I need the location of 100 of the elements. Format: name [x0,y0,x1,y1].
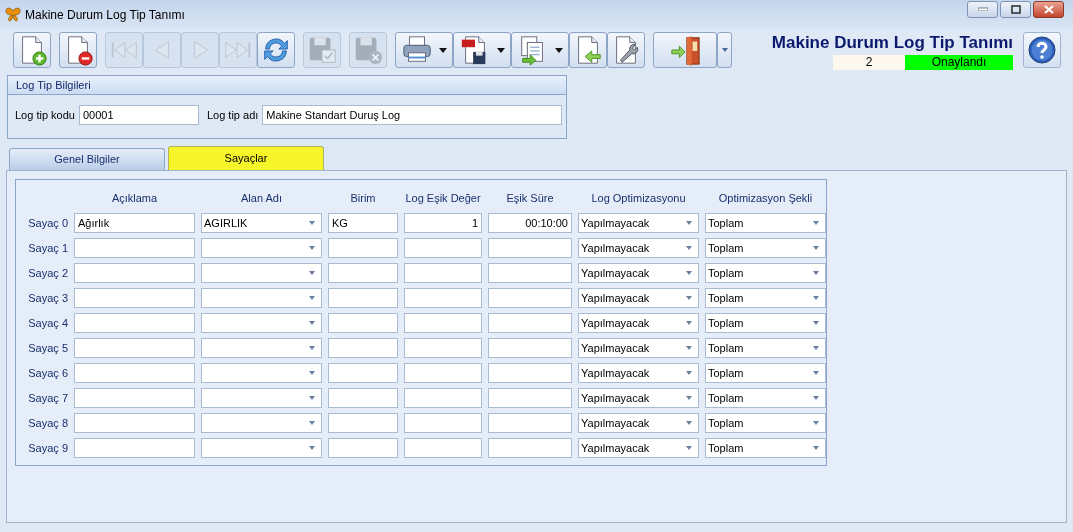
dropdown-field[interactable]: Yapılmayacak [578,388,699,408]
field-label: Log tip adı [206,107,259,123]
input-field[interactable] [404,388,482,408]
input-field[interactable] [488,263,572,283]
dropdown-field[interactable] [201,438,322,458]
minimize-icon [977,7,988,11]
dropdown-field[interactable]: Toplam [705,438,826,458]
printer-button[interactable] [395,32,453,68]
tab[interactable]: Sayaçlar [168,146,324,170]
dropdown-button[interactable] [717,32,732,68]
dropdown-field[interactable]: Toplam [705,263,826,283]
dropdown-field[interactable]: AGIRLIK [201,213,322,233]
exit-door-button[interactable] [653,32,717,68]
dropdown-field[interactable] [201,388,322,408]
input-field[interactable] [488,238,572,258]
maximize-button[interactable] [1000,0,1031,18]
input-field[interactable] [328,438,398,458]
dropdown-field[interactable]: Toplam [705,288,826,308]
caret-icon [686,271,692,275]
input-field[interactable] [404,338,482,358]
input-field[interactable] [328,238,398,258]
dropdown-field[interactable]: Yapılmayacak [578,263,699,283]
close-button[interactable] [1033,0,1064,18]
dropdown-field[interactable]: Yapılmayacak [578,313,699,333]
input-field[interactable] [74,313,195,333]
input-field[interactable] [488,288,572,308]
dropdown-field[interactable] [201,238,322,258]
dropdown-field[interactable] [201,363,322,383]
input-field[interactable]: Makine Standart Duruş Log [262,105,563,125]
input-field[interactable] [74,363,195,383]
minimize-button[interactable] [967,0,998,18]
dropdown-field[interactable] [201,313,322,333]
input-field[interactable] [74,338,195,358]
dropdown-field[interactable] [201,263,322,283]
dropdown-field[interactable]: Yapılmayacak [578,338,699,358]
caret-icon [813,446,819,450]
input-field[interactable]: KG [328,213,398,233]
dropdown-field[interactable]: Toplam [705,413,826,433]
input-field[interactable]: 1 [404,213,482,233]
dropdown-field[interactable] [201,413,322,433]
input-field[interactable]: 00001 [78,105,199,125]
dropdown-field[interactable]: Yapılmayacak [578,438,699,458]
input-field[interactable] [328,313,398,333]
document-remove-button[interactable] [59,32,97,68]
input-field[interactable] [404,438,482,458]
caret-icon [309,446,315,450]
dropdown-field[interactable]: Toplam [705,313,826,333]
document-wrench-button[interactable] [607,32,645,68]
input-field[interactable] [488,338,572,358]
input-field[interactable] [328,388,398,408]
dropdown-field[interactable] [201,288,322,308]
dropdown-field[interactable]: Toplam [705,363,826,383]
dropdown-field[interactable]: Yapılmayacak [578,213,699,233]
refresh-button[interactable] [257,32,295,68]
group-header: Log Tip Bilgileri [8,76,566,95]
input-field[interactable] [74,388,195,408]
input-field[interactable] [404,363,482,383]
dropdown-field[interactable]: Yapılmayacak [578,413,699,433]
column-header: Açıklama [110,191,159,206]
dropdown-field[interactable] [201,338,322,358]
caret-icon [309,371,315,375]
dropdown-field[interactable]: Yapılmayacak [578,363,699,383]
input-field[interactable] [404,263,482,283]
input-field[interactable] [404,413,482,433]
document-import-button[interactable] [569,32,607,68]
input-field[interactable]: Ağırlık [74,213,195,233]
input-field[interactable] [404,313,482,333]
input-field[interactable] [74,263,195,283]
row-label: Sayaç 4 [27,315,68,331]
document-export-button[interactable] [511,32,569,68]
dropdown-field[interactable]: Yapılmayacak [578,288,699,308]
caret-icon [813,346,819,350]
input-field[interactable]: 00:10:00 [488,213,572,233]
input-field[interactable] [74,238,195,258]
input-field[interactable] [404,288,482,308]
dropdown-field[interactable]: Toplam [705,388,826,408]
input-field[interactable] [74,288,195,308]
document-add-button[interactable] [13,32,51,68]
dropdown-field[interactable]: Toplam [705,338,826,358]
dropdown-field[interactable]: Toplam [705,238,826,258]
input-field[interactable] [328,363,398,383]
input-field[interactable] [488,363,572,383]
input-field[interactable] [74,413,195,433]
tab[interactable]: Genel Bilgiler [9,148,165,170]
input-field[interactable] [488,313,572,333]
input-field[interactable] [74,438,195,458]
caret-icon [686,246,692,250]
input-field[interactable] [404,238,482,258]
dropdown-field[interactable]: Toplam [705,213,826,233]
input-field[interactable] [328,288,398,308]
input-field[interactable] [328,413,398,433]
input-field[interactable] [488,388,572,408]
input-field[interactable] [488,413,572,433]
input-field[interactable] [328,338,398,358]
help-button[interactable] [1023,32,1061,68]
input-field[interactable] [328,263,398,283]
close-icon [1043,4,1054,14]
dropdown-field[interactable]: Yapılmayacak [578,238,699,258]
pdf-save-button[interactable] [453,32,511,68]
input-field[interactable] [488,438,572,458]
